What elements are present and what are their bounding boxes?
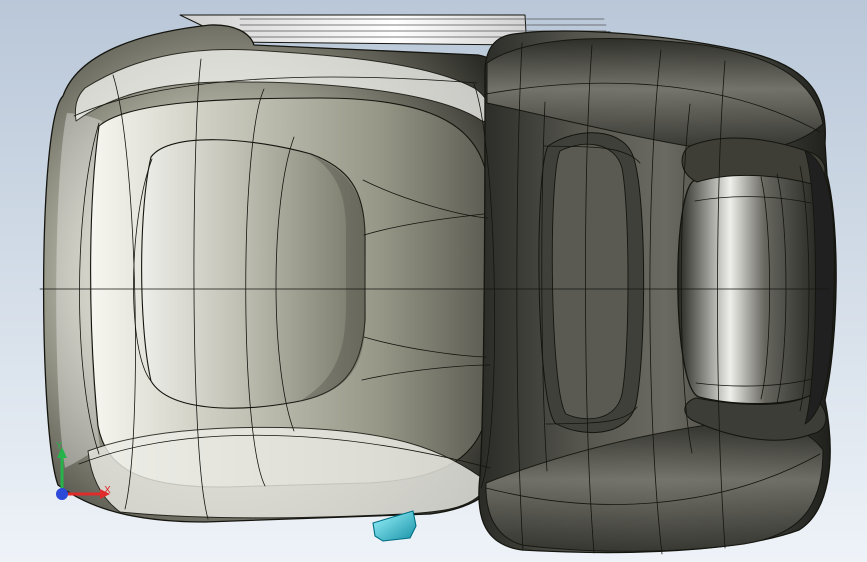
- triad-z-axis: [56, 488, 68, 500]
- headrest-main: [677, 172, 829, 405]
- cad-viewport[interactable]: X Y: [0, 0, 867, 562]
- model-canvas[interactable]: X Y: [0, 0, 867, 562]
- center-lumbar-inner: [551, 143, 629, 420]
- triad-y-label: Y: [55, 441, 63, 452]
- inner-cushion: [141, 139, 366, 409]
- seat-model[interactable]: [39, 14, 837, 555]
- triad-x-label: X: [104, 485, 111, 496]
